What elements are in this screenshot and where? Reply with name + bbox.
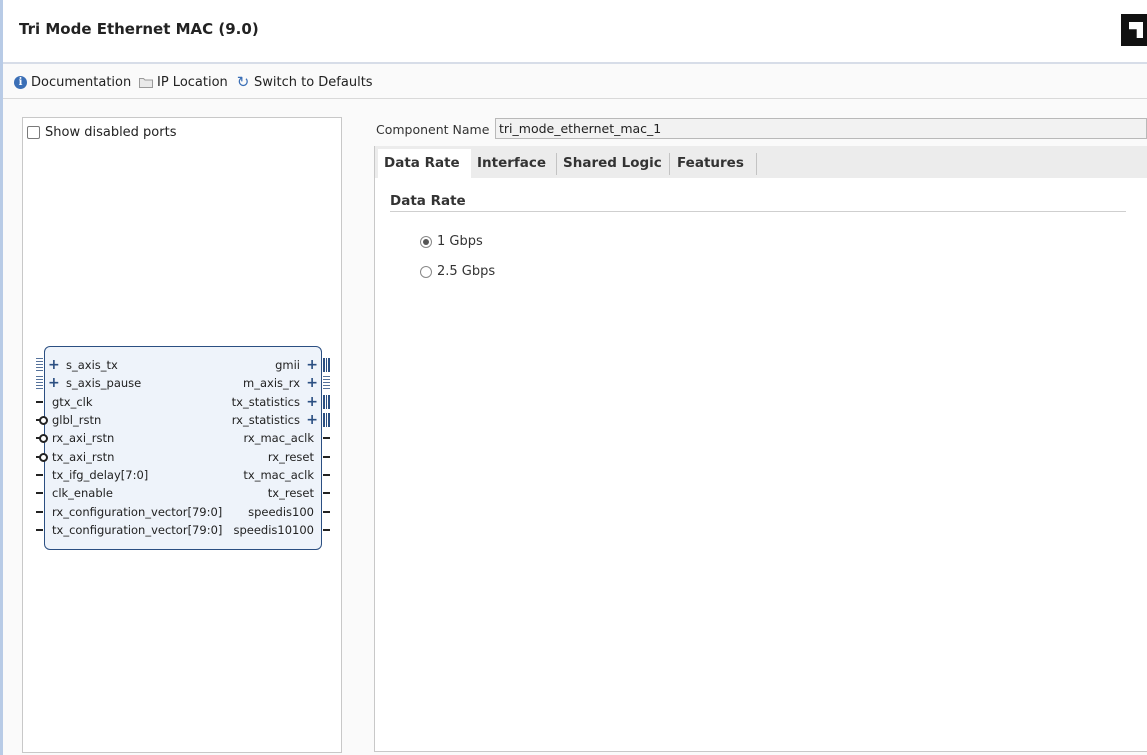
pin-line bbox=[36, 474, 43, 477]
tab-divider bbox=[756, 153, 757, 175]
radio-1-gbps[interactable]: 1 Gbps bbox=[420, 234, 483, 249]
toolbar: i Documentation IP Location ↻ Switch to … bbox=[3, 64, 1147, 99]
bus-interface-icon bbox=[36, 358, 43, 372]
show-disabled-ports-toggle[interactable]: Show disabled ports bbox=[27, 125, 176, 140]
tab-strip: Data Rate Interface Shared Logic Feature… bbox=[375, 146, 1147, 178]
ip-symbol-panel: Show disabled ports s_axis_tx + s_axis_pau… bbox=[22, 117, 342, 753]
active-low-bubble bbox=[39, 434, 48, 444]
show-disabled-ports-label: Show disabled ports bbox=[45, 125, 177, 140]
switch-to-defaults-label: Switch to Defaults bbox=[254, 74, 373, 90]
bus-interface-icon bbox=[323, 376, 330, 391]
port-label: rx_mac_aclk bbox=[243, 431, 314, 446]
tab-shared-logic[interactable]: Shared Logic bbox=[557, 149, 669, 178]
data-rate-section-title: Data Rate bbox=[390, 193, 466, 209]
switch-to-defaults-button[interactable]: ↻ Switch to Defaults bbox=[236, 73, 373, 91]
radio-button[interactable] bbox=[420, 265, 432, 278]
port-label: speedis100 bbox=[248, 504, 314, 519]
pin-line bbox=[323, 529, 330, 532]
expand-bus-icon[interactable]: + bbox=[48, 376, 60, 390]
header: Tri Mode Ethernet MAC (9.0) bbox=[3, 0, 1147, 62]
expand-bus-icon[interactable]: + bbox=[306, 376, 318, 390]
expand-bus-icon[interactable]: + bbox=[306, 395, 318, 409]
bus-interface-icon bbox=[36, 376, 43, 391]
port-label: gtx_clk bbox=[52, 394, 93, 409]
ip-location-label: IP Location bbox=[157, 74, 228, 90]
port-label: tx_ifg_delay[7:0] bbox=[52, 468, 149, 483]
port-label: m_axis_rx bbox=[243, 376, 300, 391]
port-label: rx_statistics bbox=[231, 413, 300, 428]
section-divider bbox=[390, 211, 1126, 212]
port-label: tx_axi_rstn bbox=[52, 449, 115, 464]
pin-line bbox=[36, 400, 43, 403]
port-label: glbl_rstn bbox=[52, 413, 102, 428]
active-low-bubble bbox=[39, 416, 48, 426]
bus-interface-icon bbox=[323, 394, 330, 409]
window-left-accent bbox=[0, 0, 3, 755]
folder-icon bbox=[139, 77, 153, 88]
ip-block-symbol: s_axis_tx + s_axis_pause + gtx_clk glbl_rstn r… bbox=[36, 346, 330, 550]
radio-2-5-gbps[interactable]: 2.5 Gbps bbox=[420, 264, 495, 279]
port-label: gmii bbox=[275, 358, 300, 372]
pin-line bbox=[323, 455, 330, 458]
pin-line bbox=[323, 437, 330, 440]
tab-features[interactable]: Features bbox=[671, 149, 756, 178]
pin-line bbox=[36, 510, 43, 513]
port-label: s_axis_tx bbox=[66, 358, 118, 372]
active-low-bubble bbox=[39, 452, 48, 462]
port-label: tx_configuration_vector[79:0] bbox=[52, 523, 223, 538]
port-label: tx_reset bbox=[267, 486, 314, 501]
pin-line bbox=[323, 510, 330, 513]
page-title: Tri Mode Ethernet MAC (9.0) bbox=[19, 20, 259, 38]
port-label: rx_reset bbox=[267, 449, 314, 464]
configuration-panel: Data Rate Interface Shared Logic Feature… bbox=[374, 146, 1147, 752]
tab-data-rate[interactable]: Data Rate bbox=[378, 149, 471, 178]
component-name-input[interactable] bbox=[495, 118, 1147, 139]
bus-interface-icon bbox=[323, 358, 330, 372]
port-label: clk_enable bbox=[52, 486, 113, 501]
expand-bus-icon[interactable]: + bbox=[306, 358, 318, 372]
vendor-logo-icon bbox=[1121, 14, 1147, 46]
expand-bus-icon[interactable]: + bbox=[48, 358, 60, 372]
ip-location-button[interactable]: IP Location bbox=[139, 73, 228, 91]
port-label: tx_mac_aclk bbox=[243, 468, 314, 483]
radio-1-gbps-label: 1 Gbps bbox=[437, 234, 483, 249]
documentation-label: Documentation bbox=[31, 74, 132, 90]
bus-interface-icon bbox=[323, 413, 330, 428]
info-icon: i bbox=[14, 75, 27, 89]
expand-bus-icon[interactable]: + bbox=[306, 413, 318, 427]
show-disabled-ports-checkbox[interactable] bbox=[27, 126, 40, 139]
radio-2-5-gbps-label: 2.5 Gbps bbox=[437, 264, 496, 279]
port-label: tx_statistics bbox=[231, 394, 300, 409]
documentation-button[interactable]: i Documentation bbox=[14, 73, 131, 91]
pin-line bbox=[36, 529, 43, 532]
refresh-icon: ↻ bbox=[236, 73, 250, 91]
port-label: s_axis_pause bbox=[66, 376, 142, 391]
radio-button-checked[interactable] bbox=[420, 235, 432, 248]
tab-interface[interactable]: Interface bbox=[471, 149, 556, 178]
component-name-label: Component Name bbox=[376, 122, 490, 137]
pin-line bbox=[323, 474, 330, 477]
port-label: rx_axi_rstn bbox=[52, 431, 115, 446]
port-label: rx_configuration_vector[79:0] bbox=[52, 504, 223, 519]
pin-line bbox=[323, 492, 330, 495]
port-label: speedis10100 bbox=[233, 523, 314, 538]
pin-line bbox=[36, 492, 43, 495]
tab-divider bbox=[669, 153, 670, 175]
